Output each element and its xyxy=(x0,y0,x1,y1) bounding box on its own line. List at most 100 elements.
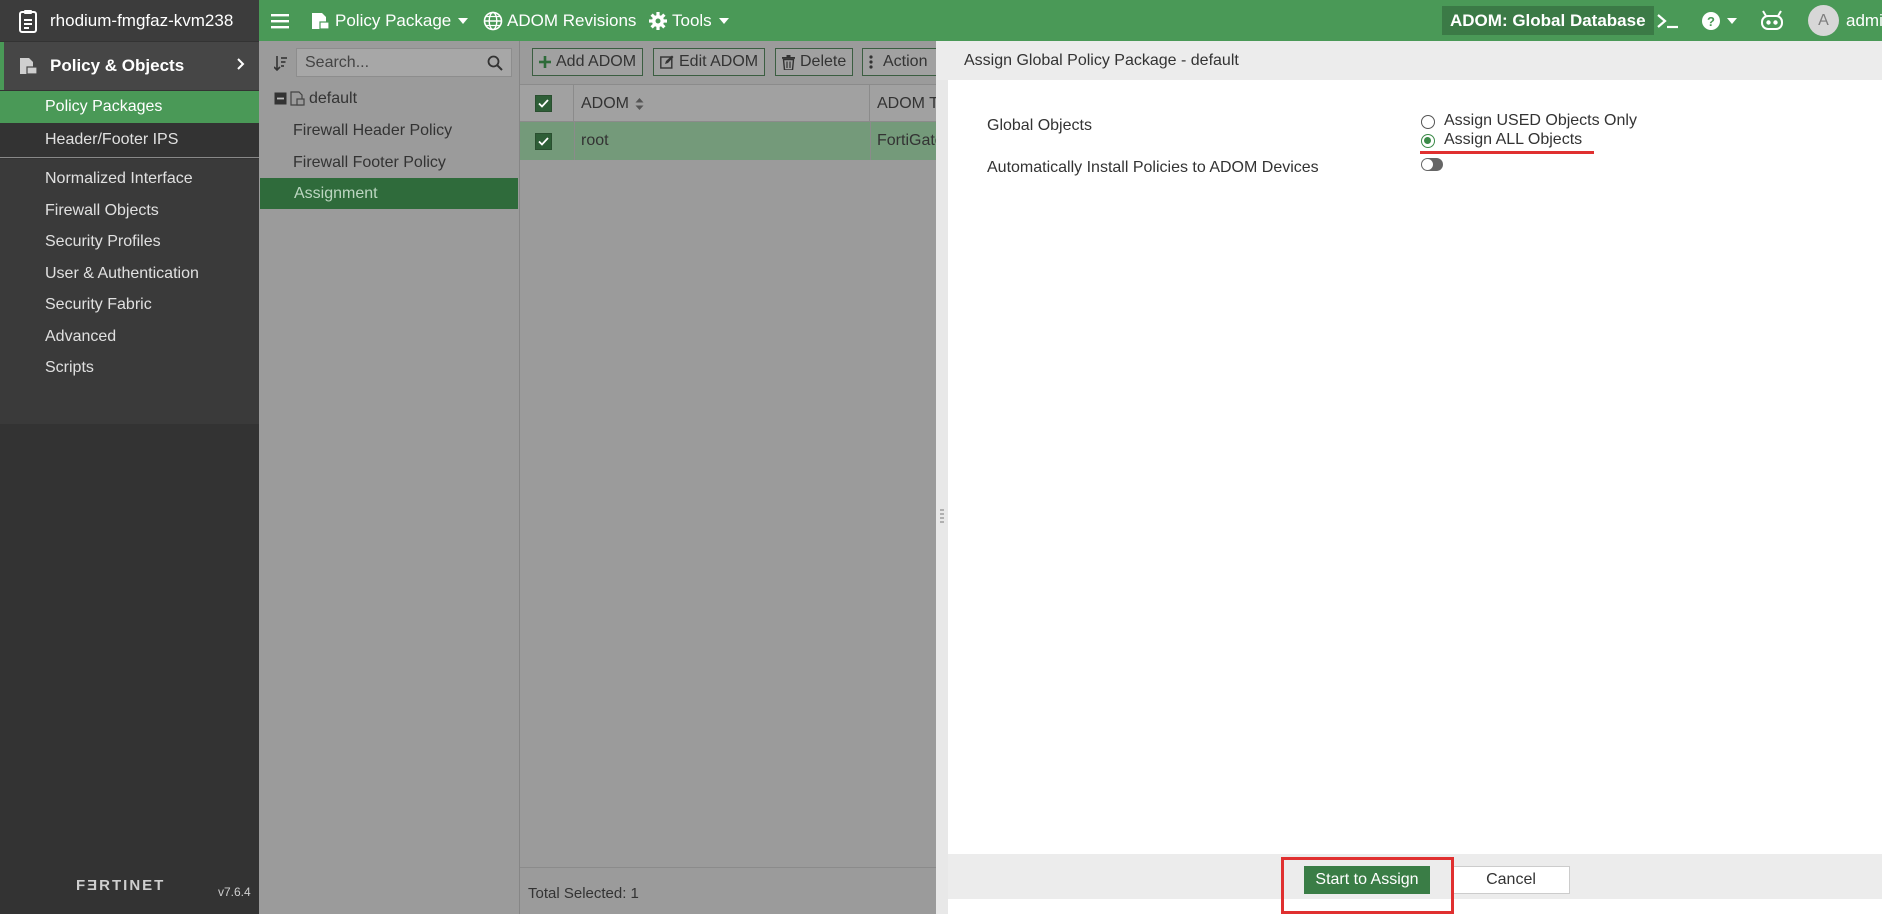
total-selected: Total Selected: 1 xyxy=(528,885,639,902)
checkmark-icon xyxy=(538,137,549,146)
drag-handle-icon[interactable] xyxy=(940,508,944,524)
nav-item-firewall-objects[interactable]: Firewall Objects xyxy=(0,195,259,227)
policy-package-icon xyxy=(312,12,330,30)
nav-header-label: Policy & Objects xyxy=(50,56,185,75)
nav-item-security-fabric[interactable]: Security Fabric xyxy=(0,289,259,321)
search-icon xyxy=(487,55,503,71)
tree-item-assignment[interactable]: Assignment xyxy=(260,178,518,209)
sort-icon[interactable] xyxy=(274,55,288,71)
radio-assign-all-label[interactable]: Assign ALL Objects xyxy=(1444,131,1582,149)
nav-item-normalized-interface[interactable]: Normalized Interface xyxy=(0,163,259,195)
chevron-right-icon xyxy=(237,58,245,70)
nav-item-user-authentication[interactable]: User & Authentication xyxy=(0,258,259,290)
policy-objects-icon xyxy=(20,58,38,75)
nav-item-scripts[interactable]: Scripts xyxy=(0,352,259,384)
version-label: v7.6.4 xyxy=(218,885,251,899)
cell-adom: root xyxy=(581,132,609,149)
tree-item-firewall-header-policy[interactable]: Firewall Header Policy xyxy=(259,115,520,146)
nav-item-security-profiles[interactable]: Security Profiles xyxy=(0,226,259,258)
radio-assign-all-objects[interactable] xyxy=(1421,134,1435,148)
hamburger-icon xyxy=(271,13,289,28)
list-footer: Total Selected: 1 xyxy=(520,867,936,914)
nav-policy-objects[interactable]: Policy & Objects xyxy=(0,42,259,90)
dialog-title: Assign Global Policy Package - default xyxy=(936,41,1882,80)
sort-arrows-icon xyxy=(635,98,644,110)
chevron-down-icon xyxy=(458,17,469,24)
chevron-down-icon xyxy=(718,17,729,24)
column-header-adom-type-label: ADOM T xyxy=(877,95,936,112)
cli-console-button[interactable] xyxy=(1657,0,1679,41)
nav-item-header-footer-ips[interactable]: Header/Footer IPS xyxy=(0,124,259,156)
adom-revisions-menu[interactable]: ADOM Revisions xyxy=(483,0,636,41)
table-header: ADOM ADOM T xyxy=(520,84,936,123)
add-adom-button[interactable]: Add ADOM xyxy=(532,48,644,76)
search-placeholder: Search... xyxy=(305,53,370,71)
host-box: rhodium-fmgfaz-kvm238 xyxy=(0,0,259,41)
edit-icon xyxy=(660,55,674,69)
global-objects-label: Global Objects xyxy=(987,117,1092,134)
assign-global-policy-dialog: Assign Global Policy Package - default G… xyxy=(936,41,1882,914)
tools-label: Tools xyxy=(672,10,712,30)
policy-package-menu[interactable]: Policy Package xyxy=(310,0,469,41)
plus-icon xyxy=(539,56,551,68)
table-row[interactable]: root FortiGate xyxy=(520,122,936,160)
cell-adom-type: FortiGate xyxy=(877,132,936,149)
terminal-icon xyxy=(1657,13,1678,28)
adom-list-panel: Add ADOM Edit ADOM Delete Action ADOM AD… xyxy=(520,41,952,914)
edit-adom-button[interactable]: Edit ADOM xyxy=(653,48,766,76)
select-all-cell xyxy=(520,85,574,123)
adom-badge[interactable]: ADOM: Global Database xyxy=(1442,6,1654,35)
column-header-adom-type[interactable]: ADOM T xyxy=(870,85,936,123)
delete-button[interactable]: Delete xyxy=(775,48,854,76)
trash-icon xyxy=(782,54,795,70)
adom-revisions-label: ADOM Revisions xyxy=(507,10,637,30)
policy-tree-panel: Search... default Firewall Header Policy… xyxy=(259,41,520,914)
nav-divider xyxy=(0,157,259,158)
policy-package-icon xyxy=(290,91,305,106)
cell-divider xyxy=(574,122,575,160)
nav-item-advanced[interactable]: Advanced xyxy=(0,321,259,353)
column-header-adom[interactable]: ADOM xyxy=(574,85,870,123)
top-bar: rhodium-fmgfaz-kvm238 Policy Package ADO… xyxy=(0,0,1882,41)
checkmark-icon xyxy=(538,99,549,108)
auto-install-toggle[interactable] xyxy=(1421,158,1443,171)
column-header-adom-label: ADOM xyxy=(581,95,629,112)
globe-icon xyxy=(483,11,503,30)
policy-package-label: Policy Package xyxy=(335,10,452,30)
tree-root-label: default xyxy=(309,89,358,107)
radio-assign-used-label[interactable]: Assign USED Objects Only xyxy=(1444,112,1637,130)
fortinet-logo: FƎRTINET xyxy=(76,877,166,894)
select-all-checkbox[interactable] xyxy=(535,95,552,112)
search-input[interactable]: Search... xyxy=(296,48,512,77)
annotation-underline xyxy=(1420,151,1594,154)
annotation-highlight-box xyxy=(1281,857,1454,914)
hostname: rhodium-fmgfaz-kvm238 xyxy=(50,10,234,30)
clipboard-icon xyxy=(19,9,37,33)
svg-text:?: ? xyxy=(1707,14,1715,29)
resize-bar[interactable] xyxy=(936,80,948,914)
user-name[interactable]: admin xyxy=(1846,0,1882,41)
auto-install-label: Automatically Install Policies to ADOM D… xyxy=(987,159,1319,176)
tools-menu[interactable]: Tools xyxy=(648,0,729,41)
help-menu[interactable]: ? xyxy=(1702,0,1737,41)
action-label: Action xyxy=(883,53,928,70)
gear-icon xyxy=(649,11,667,30)
tree-root-default[interactable]: default xyxy=(259,83,520,114)
fortinet-bot-button[interactable] xyxy=(1760,0,1784,41)
add-adom-label: Add ADOM xyxy=(556,53,637,70)
cancel-button[interactable]: Cancel xyxy=(1452,866,1570,894)
delete-label: Delete xyxy=(800,53,847,70)
hamburger-menu-button[interactable] xyxy=(271,0,289,41)
cell-divider xyxy=(870,122,871,160)
collapse-icon[interactable] xyxy=(274,92,287,105)
fortinet-bot-icon xyxy=(1761,9,1783,30)
chevron-down-icon xyxy=(1727,17,1737,24)
nav-item-policy-packages[interactable]: Policy Packages xyxy=(0,91,259,123)
edit-adom-label: Edit ADOM xyxy=(679,53,759,70)
tree-item-firewall-footer-policy[interactable]: Firewall Footer Policy xyxy=(259,147,520,178)
avatar[interactable]: A xyxy=(1808,5,1839,36)
left-navigation: Policy & Objects Policy Packages Header/… xyxy=(0,41,259,914)
radio-assign-used-objects[interactable] xyxy=(1421,115,1435,129)
row-checkbox[interactable] xyxy=(535,133,552,150)
more-vertical-icon xyxy=(869,55,873,69)
